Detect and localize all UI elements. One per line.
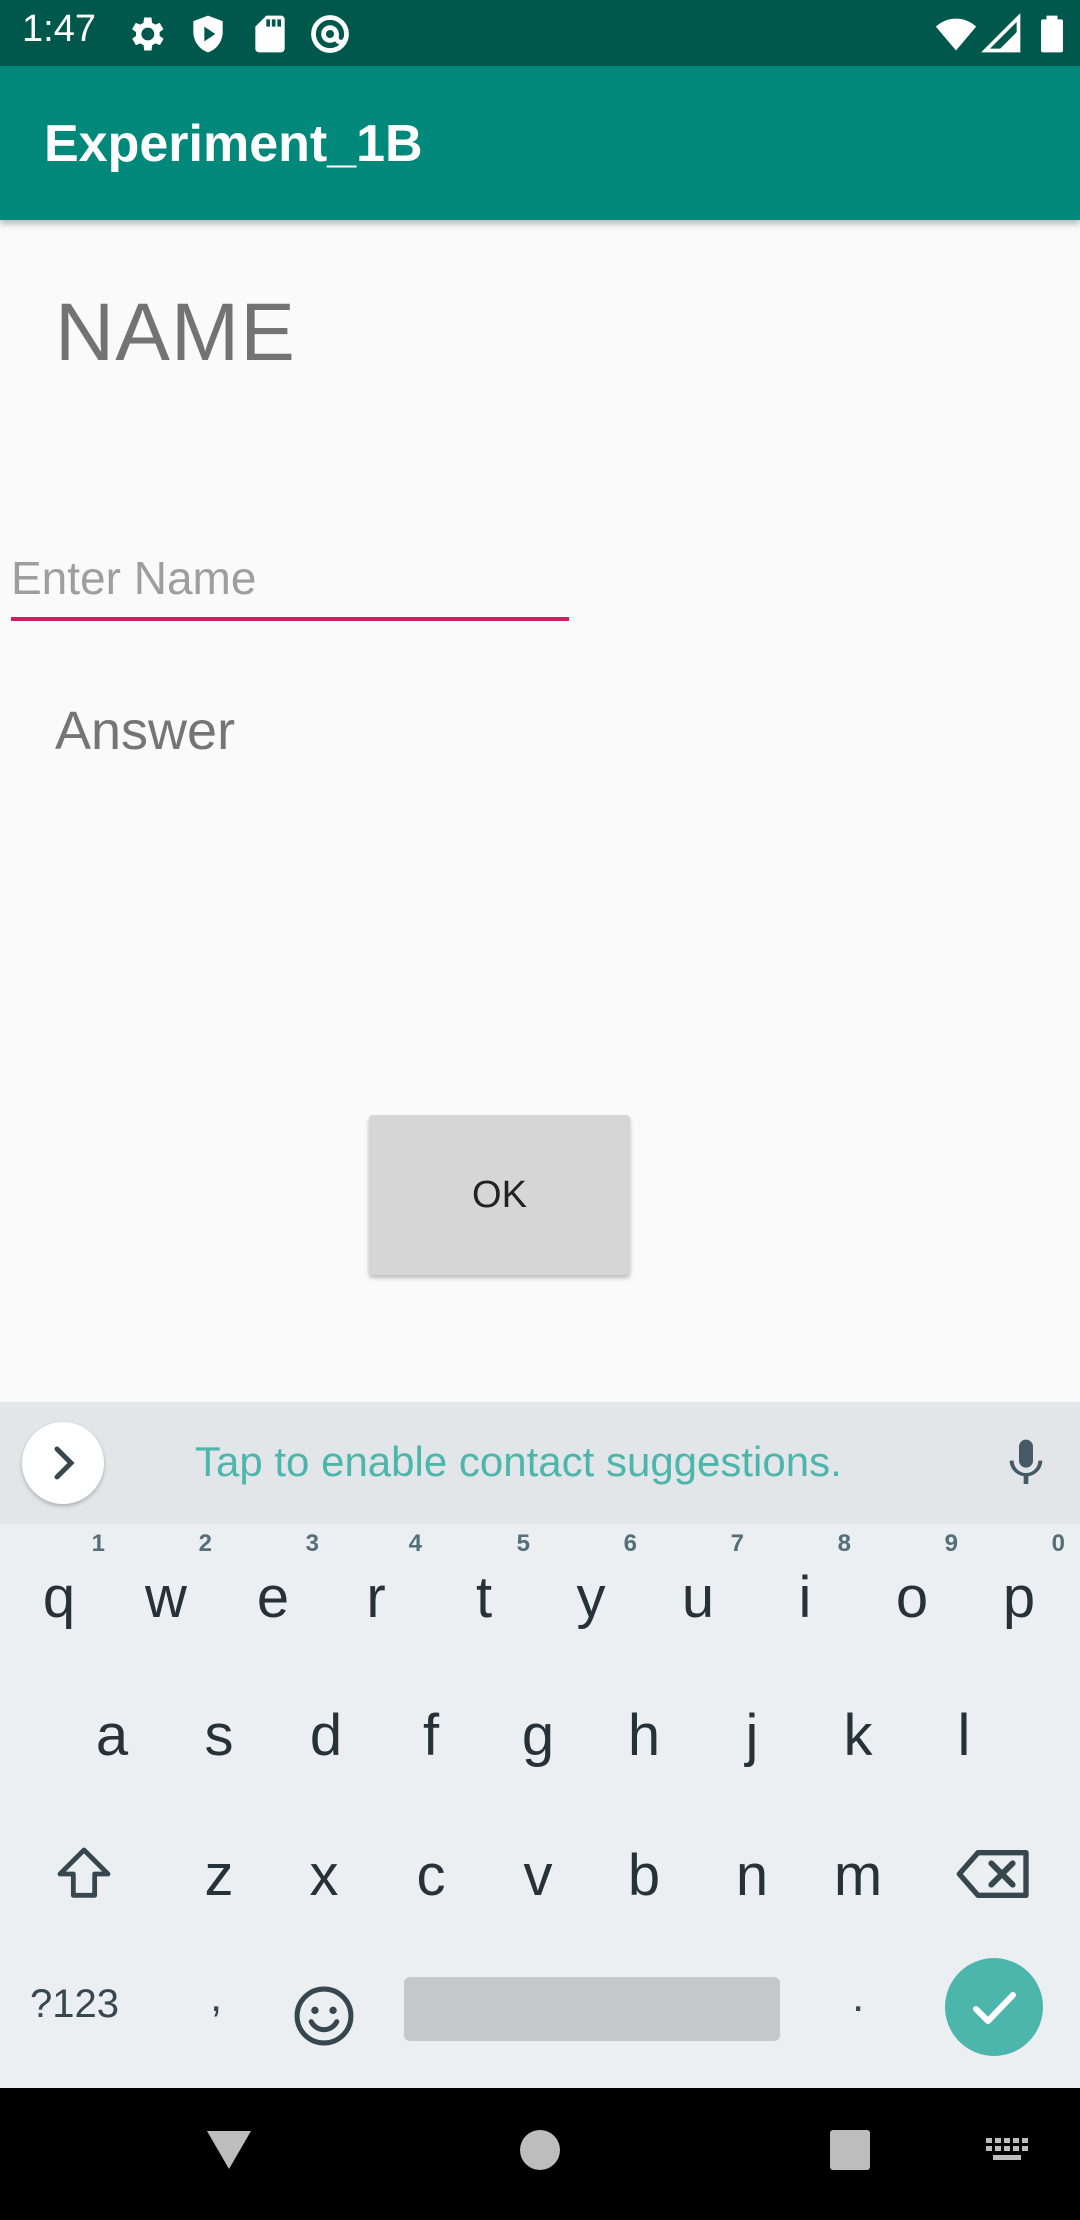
app-title: Experiment_1B — [44, 115, 423, 173]
key-label: w — [145, 1565, 187, 1630]
checkmark-icon — [973, 1992, 1016, 2024]
key-label: c — [416, 1843, 446, 1908]
at-sign-icon — [311, 15, 349, 53]
key-label: l — [957, 1703, 971, 1768]
key-a[interactable]: a — [64, 1668, 160, 1798]
key-label: p — [1002, 1565, 1036, 1630]
name-input[interactable] — [11, 545, 569, 621]
key-label: s — [204, 1703, 234, 1768]
app-bar: Experiment_1B — [0, 66, 1080, 220]
key-hint: 4 — [408, 1530, 422, 1557]
key-label: b — [627, 1843, 661, 1908]
key-hint: 3 — [305, 1530, 319, 1557]
key-k[interactable]: k — [810, 1668, 906, 1798]
key-label: x — [309, 1843, 339, 1908]
recents-icon[interactable] — [828, 2128, 872, 2172]
key-p[interactable]: p0 — [971, 1530, 1067, 1660]
key-label: z — [204, 1843, 234, 1908]
answer-label: Answer — [55, 701, 236, 761]
microphone-icon[interactable] — [998, 1435, 1054, 1491]
key-b[interactable]: b — [596, 1808, 692, 1938]
key-t[interactable]: t5 — [436, 1530, 532, 1660]
key-label: i — [798, 1565, 812, 1630]
key-hint: 0 — [1051, 1530, 1065, 1557]
key-label: f — [422, 1703, 440, 1768]
key-v[interactable]: v — [490, 1808, 586, 1938]
ok-button[interactable]: OK — [369, 1115, 630, 1275]
key-label: d — [309, 1703, 343, 1768]
key-label: h — [627, 1703, 661, 1768]
key-label: v — [523, 1843, 553, 1908]
key-label: q — [42, 1565, 76, 1630]
key-w[interactable]: w2 — [118, 1530, 214, 1660]
navigation-bar — [0, 2088, 1080, 2220]
key-j[interactable]: j — [704, 1668, 800, 1798]
key-label: n — [735, 1843, 769, 1908]
key-label: g — [521, 1703, 555, 1768]
wifi-icon — [935, 18, 977, 51]
key-i[interactable]: i8 — [757, 1530, 853, 1660]
backspace-icon[interactable] — [954, 1842, 1034, 1906]
shift-icon[interactable] — [52, 1842, 116, 1906]
key-hint: 8 — [837, 1530, 851, 1557]
key-label: r — [366, 1565, 386, 1630]
status-time: 1:47 — [22, 8, 96, 50]
key-m[interactable]: m — [810, 1808, 906, 1938]
key-x[interactable]: x — [276, 1808, 372, 1938]
key-hint: 9 — [944, 1530, 958, 1557]
key-f[interactable]: f — [383, 1668, 479, 1798]
key-label: j — [745, 1703, 759, 1768]
key-u[interactable]: u7 — [650, 1530, 746, 1660]
space-bar[interactable] — [404, 1977, 780, 2041]
contact-suggestions-prompt[interactable]: Tap to enable contact suggestions. — [195, 1438, 842, 1486]
key-label: y — [576, 1565, 606, 1630]
key-hint: 6 — [623, 1530, 637, 1557]
emoji-icon[interactable] — [290, 1982, 358, 2050]
battery-icon — [1041, 15, 1063, 53]
key-hint: 1 — [91, 1530, 105, 1557]
name-label: NAME — [55, 287, 296, 378]
comma-key[interactable]: , — [210, 1972, 222, 2022]
done-button[interactable] — [945, 1958, 1043, 2056]
back-icon[interactable] — [204, 2128, 254, 2172]
key-n[interactable]: n — [704, 1808, 800, 1938]
sd-card-icon — [255, 15, 285, 53]
settings-icon — [132, 17, 164, 51]
key-label: m — [833, 1843, 883, 1908]
key-label: k — [843, 1703, 873, 1768]
key-label: a — [95, 1703, 129, 1768]
key-y[interactable]: y6 — [543, 1530, 639, 1660]
key-g[interactable]: g — [490, 1668, 586, 1798]
key-hint: 5 — [516, 1530, 530, 1557]
key-label: t — [475, 1565, 493, 1630]
status-bar: 1:47 — [0, 0, 1080, 66]
chevron-right-icon — [54, 1446, 75, 1480]
soft-keyboard: Tap to enable contact suggestions. q1 w2… — [0, 1402, 1080, 2088]
period-key[interactable]: . — [852, 1972, 864, 2022]
key-hint: 2 — [198, 1530, 212, 1557]
key-z[interactable]: z — [171, 1808, 267, 1938]
key-d[interactable]: d — [278, 1668, 374, 1798]
suggestion-strip: Tap to enable contact suggestions. — [0, 1402, 1080, 1524]
home-icon[interactable] — [518, 2128, 562, 2172]
key-q[interactable]: q1 — [11, 1530, 107, 1660]
expand-toolbar-button[interactable] — [22, 1422, 104, 1504]
signal-icon — [981, 13, 1021, 53]
symbols-key[interactable]: ?123 — [30, 1982, 119, 2027]
shield-play-icon — [193, 15, 223, 53]
keyboard-switch-icon[interactable] — [984, 2136, 1030, 2166]
key-s[interactable]: s — [171, 1668, 267, 1798]
key-r[interactable]: r4 — [328, 1530, 424, 1660]
key-h[interactable]: h — [596, 1668, 692, 1798]
key-l[interactable]: l — [916, 1668, 1012, 1798]
key-hint: 7 — [730, 1530, 744, 1557]
key-c[interactable]: c — [383, 1808, 479, 1938]
key-label: e — [256, 1565, 290, 1630]
key-label: o — [895, 1565, 929, 1630]
key-o[interactable]: o9 — [864, 1530, 960, 1660]
key-label: u — [681, 1565, 715, 1630]
key-e[interactable]: e3 — [225, 1530, 321, 1660]
